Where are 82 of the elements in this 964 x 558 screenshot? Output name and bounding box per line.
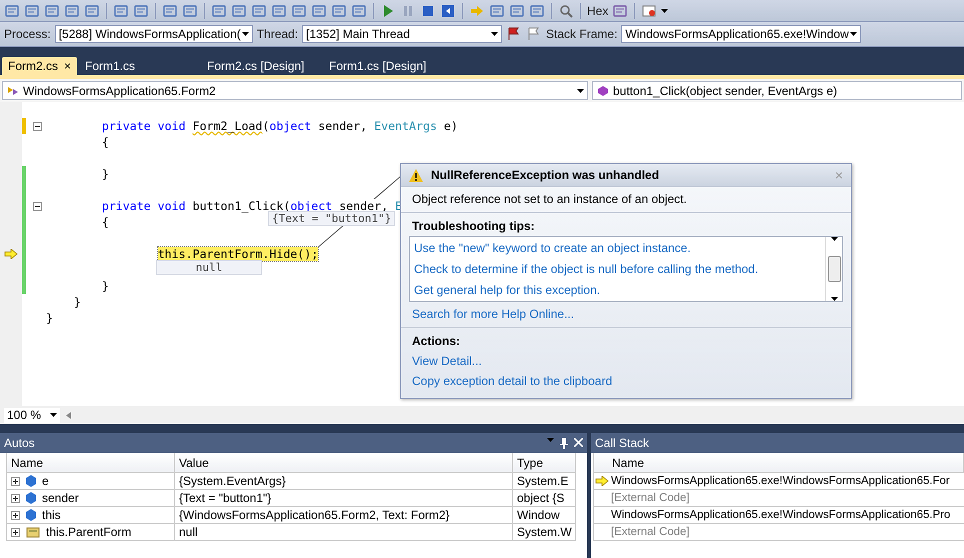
stack-frame-dropdown[interactable]: WindowsFormsApplication65.exe!Window: [621, 25, 862, 43]
panel-title: Autos: [4, 436, 35, 450]
class-icon: [6, 84, 20, 96]
list-icon[interactable]: [64, 2, 80, 18]
dropdown-arrow-icon[interactable]: [661, 8, 668, 12]
section-heading: Troubleshooting tips:: [411, 219, 536, 233]
help-link[interactable]: Search for more Help Online...: [412, 307, 574, 321]
field-icon: [26, 509, 36, 521]
code-line: private void Form2_Load(object sender, EventArgs e): [46, 119, 458, 133]
dropdown-arrow-icon[interactable]: [577, 88, 584, 92]
expand-icon[interactable]: [11, 494, 20, 502]
variable-type: object {S: [513, 490, 576, 507]
collapse-icon[interactable]: [33, 202, 42, 210]
column-header[interactable]: Value: [175, 453, 513, 473]
variable-name: sender: [42, 491, 79, 505]
variable-type: System.W: [513, 524, 576, 541]
variable-name: this: [42, 508, 61, 522]
member-dropdown[interactable]: button1_Click(object sender, EventArgs e): [592, 81, 962, 100]
column-header[interactable]: Name: [7, 453, 175, 473]
list-icon[interactable]: [24, 2, 40, 18]
action-link[interactable]: Copy exception detail to the clipboard: [412, 374, 612, 388]
column-header[interactable]: Name: [594, 453, 964, 473]
scrollbar-thumb[interactable]: [828, 256, 840, 282]
list-icon[interactable]: [4, 2, 20, 18]
warning-icon: [409, 168, 423, 182]
dropdown-arrow-icon[interactable]: [242, 32, 249, 36]
tip-link[interactable]: Get general help for this exception.: [414, 283, 825, 298]
variable-type: Window: [513, 507, 576, 524]
dropdown-arrow-icon[interactable]: [491, 32, 498, 36]
pin-icon[interactable]: [560, 438, 568, 448]
property-icon: [26, 526, 40, 538]
dropdown-arrow-icon[interactable]: [50, 413, 57, 417]
data-tip: null: [156, 260, 262, 275]
expand-icon[interactable]: [11, 476, 20, 486]
column-header[interactable]: Type: [513, 453, 576, 473]
stack-frame[interactable]: WindowsFormsApplication65.exe!WindowsFormsApplication65.Pro: [611, 509, 950, 521]
dropdown-arrow-icon[interactable]: [830, 297, 838, 301]
close-icon[interactable]: ×: [64, 59, 72, 73]
dropdown-arrow-icon[interactable]: [830, 237, 838, 241]
editor-tab[interactable]: Form1.cs: [79, 57, 200, 75]
collapse-icon[interactable]: [33, 122, 42, 130]
type-dropdown[interactable]: WindowsFormsApplication65.Form2: [2, 81, 588, 100]
window-icon[interactable]: [641, 2, 658, 18]
editor-tab[interactable]: Form2.cs ×: [2, 57, 78, 75]
field-icon: [26, 492, 36, 504]
dialog-title: NullReferenceException was unhandled: [431, 168, 660, 182]
data-tip: {Text = "button1"}: [268, 211, 396, 226]
list-icon[interactable]: [84, 2, 100, 18]
editor-tab[interactable]: Form1.cs [Design]: [323, 57, 444, 75]
dropdown-arrow-icon[interactable]: [850, 32, 858, 36]
stack-frame[interactable]: WindowsFormsApplication65.exe!WindowsFormsApplication65.For: [611, 475, 950, 487]
variable-name: e: [42, 474, 49, 488]
method-icon: [596, 84, 610, 96]
variable-value: {System.EventArgs}: [175, 473, 513, 490]
close-icon[interactable]: [574, 438, 583, 446]
exception-message: Object reference not set to an instance of an object.: [401, 187, 851, 213]
expand-icon[interactable]: [11, 528, 20, 536]
process-dropdown[interactable]: [5288] WindowsFormsApplication(: [54, 25, 253, 43]
variable-value: {WindowsFormsApplication65.Form2, Text: Form2}: [175, 507, 513, 524]
stack-frame[interactable]: [External Code]: [611, 526, 690, 538]
expand-icon[interactable]: [11, 510, 20, 520]
thread-dropdown[interactable]: [1352] Main Thread: [302, 25, 502, 43]
action-link[interactable]: View Detail...: [412, 354, 482, 368]
variable-value: {Text = "button1"}: [175, 490, 513, 507]
hex-button[interactable]: Hex: [587, 4, 608, 18]
panel-title: Call Stack: [595, 436, 650, 450]
search-icon[interactable]: [558, 2, 574, 18]
thread-label: Thread:: [256, 27, 298, 41]
tip-link[interactable]: Use the "new" keyword to create an object instance.: [414, 240, 825, 255]
stack-frame[interactable]: [External Code]: [611, 492, 690, 504]
editor-tab[interactable]: Form2.cs [Design]: [201, 57, 322, 75]
variable-name: this.ParentForm: [46, 525, 132, 539]
process-label: Process:: [4, 27, 51, 41]
variable-value: null: [175, 524, 513, 541]
section-heading: Actions:: [411, 334, 461, 348]
zoom-dropdown[interactable]: 100 %: [4, 408, 60, 422]
field-icon: [26, 475, 36, 487]
scroll-left-icon: [66, 412, 71, 418]
list-icon[interactable]: [44, 2, 60, 18]
stack-frame-label: Stack Frame:: [546, 27, 618, 41]
tip-link[interactable]: Check to determine if the object is null before calling the method.: [414, 262, 825, 276]
variable-type: System.E: [513, 473, 576, 490]
